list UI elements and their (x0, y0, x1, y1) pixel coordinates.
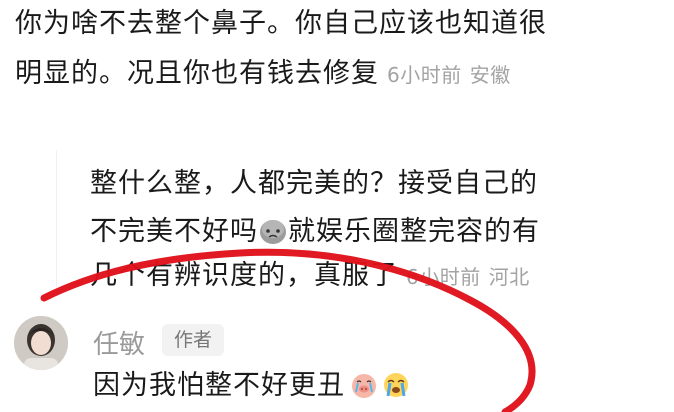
crying-face-emoji-icon (381, 370, 411, 405)
comment-2-line-1: 整什么整，人都完美的？接受自己的 (90, 168, 538, 199)
author-badge: 作者 (162, 324, 225, 356)
comment-2-line-3: 几个有辨识度的，真服了 6小时前 河北 (90, 262, 530, 289)
comment-2-text-c: 几个有辨识度的，真服了 (90, 260, 398, 291)
comment-2-meta: 6小时前 河北 (406, 265, 530, 289)
comment-1-line-1: 你为啥不去整个鼻子。你自己应该也知道很 (15, 8, 547, 39)
comment-2-text-a: 不完美不好吗 (90, 216, 258, 247)
comment-2-text-b: 就娱乐圈整完容的有 (288, 216, 540, 247)
author-name[interactable]: 任敏 (93, 324, 145, 361)
comment-1-meta: 6小时前 安徽 (387, 63, 511, 87)
comment-3-text: 因为我怕整不好更丑 (93, 370, 345, 401)
comment-3-line-1: 因为我怕整不好更丑 (93, 370, 411, 405)
comment-1-location: 安徽 (469, 63, 511, 87)
comment-2-location: 河北 (488, 265, 530, 289)
comment-1-text: 明显的。况且你也有钱去修复 (15, 58, 379, 89)
comment-2-line-2: 不完美不好吗 就娱乐圈整完容的有 (90, 216, 540, 251)
reply-guide-line (56, 150, 57, 290)
comment-2-time: 6小时前 (406, 265, 481, 289)
comment-1-line-2: 明显的。况且你也有钱去修复 6小时前 安徽 (15, 60, 511, 87)
avatar-portrait-icon (14, 316, 68, 370)
sad-face-emoji-icon (258, 216, 288, 251)
comment-1-time: 6小时前 (387, 63, 462, 87)
author-avatar[interactable] (14, 316, 68, 370)
crying-pig-emoji-icon (349, 370, 379, 405)
